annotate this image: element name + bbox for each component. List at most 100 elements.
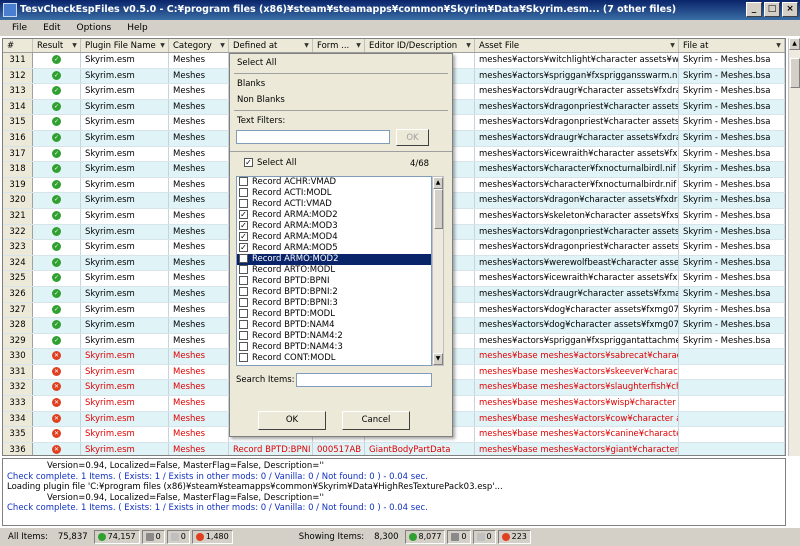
- checklist-item[interactable]: Record ARTO:MODL: [237, 265, 431, 276]
- filter-dropdown-icon[interactable]: ▼: [668, 41, 677, 50]
- select-all-checkbox[interactable]: Select All: [244, 158, 296, 168]
- checklist-scrollbar[interactable]: ▲ ▼: [432, 176, 444, 366]
- cell-num: 333: [3, 396, 33, 411]
- col-header-form[interactable]: Form ... ▼: [313, 39, 365, 52]
- filter-checklist[interactable]: Record ACHR:VMAD Record ACTI:MODL Record A…: [236, 176, 432, 366]
- cell-file-at: Skyrim - Meshes.bsa: [679, 224, 785, 240]
- menu-help[interactable]: Help: [119, 20, 156, 36]
- checkbox-icon[interactable]: [239, 232, 248, 241]
- col-header-asset-file[interactable]: Asset File ▼: [475, 39, 679, 52]
- checklist-item[interactable]: Record CONT:MODL: [237, 353, 431, 364]
- cell-category: Meshes: [169, 333, 229, 349]
- minimize-button[interactable]: _: [746, 2, 762, 17]
- result-cell: ✓: [33, 53, 81, 68]
- scroll-up-icon[interactable]: ▲: [789, 38, 800, 50]
- menu-file[interactable]: File: [4, 20, 35, 36]
- checklist-item-label: Record ARMA:MOD4: [252, 232, 338, 242]
- check-ok-icon: ✓: [52, 70, 61, 80]
- checkbox-icon[interactable]: [239, 188, 248, 197]
- error-icon: [195, 533, 204, 541]
- checklist-item[interactable]: Record ACTI:VMAD: [237, 199, 431, 210]
- col-header-plugin[interactable]: Plugin File Name ▼: [81, 39, 169, 52]
- checkbox-icon[interactable]: [244, 158, 253, 167]
- checkbox-icon[interactable]: [239, 243, 248, 252]
- col-header-defined-at[interactable]: Defined at ▼: [229, 39, 313, 52]
- checkbox-icon[interactable]: [239, 254, 248, 263]
- checkbox-icon[interactable]: [239, 221, 248, 230]
- filter-dropdown-icon[interactable]: ▼: [302, 41, 311, 50]
- checkbox-icon[interactable]: [239, 210, 248, 219]
- col-header-file-at[interactable]: File at ▼: [679, 39, 785, 52]
- checklist-item[interactable]: Record BPTD:BPNI:3: [237, 298, 431, 309]
- filter-dropdown-icon[interactable]: ▼: [354, 41, 363, 50]
- menu-options[interactable]: Options: [69, 20, 120, 36]
- cell-plugin: Skyrim.esm: [81, 380, 169, 396]
- filter-dropdown-icon[interactable]: ▼: [158, 41, 167, 50]
- checkbox-icon[interactable]: [239, 298, 248, 307]
- log-line: Version=0.94, Localized=False, MasterFla…: [47, 492, 325, 503]
- checklist-item[interactable]: Record ACTI:MODL: [237, 188, 431, 199]
- checkbox-icon[interactable]: [239, 177, 248, 186]
- checklist-item[interactable]: Record BPTD:NAM4: [237, 320, 431, 331]
- checklist-item[interactable]: Record ARMO:MOD2: [237, 254, 431, 265]
- filter-dropdown-icon[interactable]: ▼: [218, 41, 227, 50]
- filter-dropdown-icon[interactable]: ▼: [464, 41, 473, 50]
- checkbox-icon[interactable]: [239, 320, 248, 329]
- filter-blanks[interactable]: Blanks: [230, 76, 452, 92]
- cell-num: 330: [3, 349, 33, 364]
- checklist-item[interactable]: Record BPTD:BPNI: [237, 276, 431, 287]
- text-filter-ok-button[interactable]: OK: [396, 129, 429, 146]
- checklist-item[interactable]: Record BPTD:NAM4:3: [237, 342, 431, 353]
- title-bar: TesvCheckEspFiles v0.5.0 - C:¥program fi…: [0, 0, 800, 20]
- checkbox-icon[interactable]: [239, 287, 248, 296]
- filter-select-all[interactable]: Select All: [230, 55, 452, 71]
- check-ok-icon: ✓: [52, 210, 61, 220]
- scroll-thumb[interactable]: [790, 58, 800, 88]
- checkbox-icon[interactable]: [239, 265, 248, 274]
- checklist-item[interactable]: Record BPTD:MODL: [237, 309, 431, 320]
- result-cell: ✕: [33, 411, 81, 427]
- checklist-item[interactable]: Record ARMA:MOD3: [237, 221, 431, 232]
- checklist-item[interactable]: Record ACHR:VMAD: [237, 177, 431, 188]
- checkbox-icon[interactable]: [239, 353, 248, 362]
- cell-asset: meshes¥actors¥icewraith¥character assets…: [475, 271, 679, 286]
- cell-asset: meshes¥actors¥spriggan¥fxspriggansswarm.…: [475, 68, 679, 84]
- checklist-item[interactable]: Record BPTD:BPNI:2: [237, 287, 431, 298]
- log-line: Check complete. 1 Items. ( Exists: 1 / E…: [7, 471, 428, 482]
- checklist-item[interactable]: Record ARMA:MOD4: [237, 232, 431, 243]
- result-cell: ✓: [33, 255, 81, 271]
- cell-asset: meshes¥base meshes¥actors¥giant¥characte…: [475, 442, 679, 455]
- table-row[interactable]: 336 ✕ Skyrim.esm Meshes Record BPTD:BPNI 0005…: [3, 442, 785, 455]
- search-items-input[interactable]: [296, 373, 432, 387]
- filter-non-blanks[interactable]: Non Blanks: [230, 92, 452, 108]
- filter-dropdown-icon[interactable]: ▼: [70, 41, 79, 50]
- filter-dropdown-icon[interactable]: ▼: [774, 41, 783, 50]
- cell-asset: meshes¥base meshes¥actors¥wisp¥character…: [475, 396, 679, 411]
- checkbox-icon[interactable]: [239, 342, 248, 351]
- col-header-result[interactable]: Result ▼: [33, 39, 81, 52]
- maximize-button[interactable]: □: [764, 2, 780, 17]
- scroll-up-icon[interactable]: ▲: [433, 177, 443, 189]
- close-button[interactable]: ×: [782, 2, 798, 17]
- checkbox-icon[interactable]: [239, 309, 248, 318]
- cell-file-at: Skyrim - Meshes.bsa: [679, 130, 785, 146]
- scroll-down-icon[interactable]: ▼: [433, 353, 443, 365]
- checklist-item[interactable]: Record ARMA:MOD5: [237, 243, 431, 254]
- cell-asset: meshes¥base meshes¥actors¥slaughterfish¥…: [475, 380, 679, 396]
- grid-scrollbar[interactable]: ▲: [788, 38, 800, 456]
- menu-edit[interactable]: Edit: [35, 20, 68, 36]
- cancel-button[interactable]: Cancel: [342, 411, 410, 430]
- result-cell: ✕: [33, 364, 81, 380]
- checkbox-icon[interactable]: [239, 199, 248, 208]
- col-header-editor-id[interactable]: Editor ID/Description ▼: [365, 39, 475, 52]
- ok-button[interactable]: OK: [258, 411, 326, 430]
- checklist-item[interactable]: Record ARMA:MOD2: [237, 210, 431, 221]
- col-header-number[interactable]: #: [3, 39, 33, 52]
- checkbox-icon[interactable]: [239, 276, 248, 285]
- scroll-thumb[interactable]: [434, 189, 443, 229]
- col-header-category[interactable]: Category ▼: [169, 39, 229, 52]
- checklist-item[interactable]: Record BPTD:NAM4:2: [237, 331, 431, 342]
- checkbox-icon[interactable]: [239, 331, 248, 340]
- cell-num: 326: [3, 286, 33, 302]
- text-filter-input[interactable]: [236, 130, 390, 144]
